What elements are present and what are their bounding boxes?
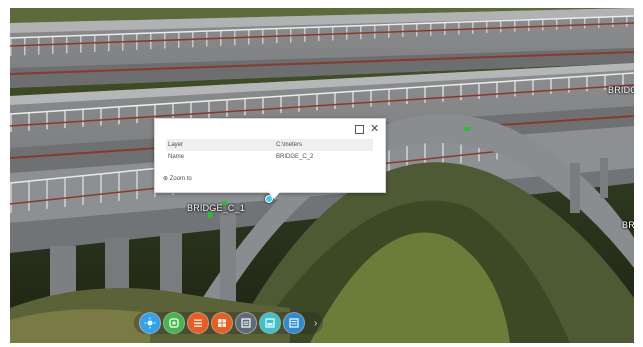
feature-point[interactable] <box>208 212 212 218</box>
close-icon[interactable]: ✕ <box>370 124 379 135</box>
sun-icon <box>144 317 156 329</box>
attribute-value: C:\meters <box>274 139 373 151</box>
feature-popup: ✕ Layer C:\meters Name BRIDGE_C_2 ⊕ Zoom… <box>154 118 386 199</box>
feature-point[interactable] <box>464 127 470 131</box>
basemap-gallery-button[interactable] <box>212 313 232 333</box>
bridge-label-c1: BRIDGE_C_1 <box>187 203 246 213</box>
layer-list-button[interactable] <box>164 313 184 333</box>
zoom-in-icon: ⊕ <box>163 176 169 182</box>
map-icon <box>265 318 275 328</box>
daylight-button[interactable] <box>140 313 160 333</box>
zoom-to-label: Zoom to <box>169 176 192 182</box>
3d-scene-viewer[interactable]: BRIDGE_C_1 BRIDGE BRI ✕ Layer C:\meters … <box>10 8 634 343</box>
presentation-button[interactable] <box>284 313 304 333</box>
bridge-label-right-upper: BRIDGE <box>608 85 634 95</box>
layers-icon <box>169 318 179 328</box>
popup-pointer <box>268 192 280 199</box>
attribute-key: Layer <box>166 139 274 151</box>
dock-next-icon[interactable]: › <box>314 318 317 329</box>
widget-dock: › <box>134 312 324 334</box>
grid-icon <box>218 319 226 327</box>
table-row: Name BRIDGE_C_2 <box>166 151 373 163</box>
map-button[interactable] <box>260 313 280 333</box>
table-row: Layer C:\meters <box>166 139 373 151</box>
feature-point[interactable] <box>222 201 227 205</box>
legend-button[interactable] <box>188 313 208 333</box>
maximize-icon[interactable] <box>355 125 364 134</box>
bridge-label-right-lower: BRI <box>622 220 634 230</box>
zoom-to-link[interactable]: ⊕ Zoom to <box>163 175 192 182</box>
attribute-value: BRIDGE_C_2 <box>276 154 314 160</box>
attribute-key: Name <box>168 154 185 160</box>
list-icon <box>194 319 202 327</box>
slides-button[interactable] <box>236 313 256 333</box>
popup-attribute-table: Layer C:\meters Name BRIDGE_C_2 <box>166 139 373 163</box>
slides-2-icon <box>289 318 299 328</box>
slides-icon <box>241 318 251 328</box>
